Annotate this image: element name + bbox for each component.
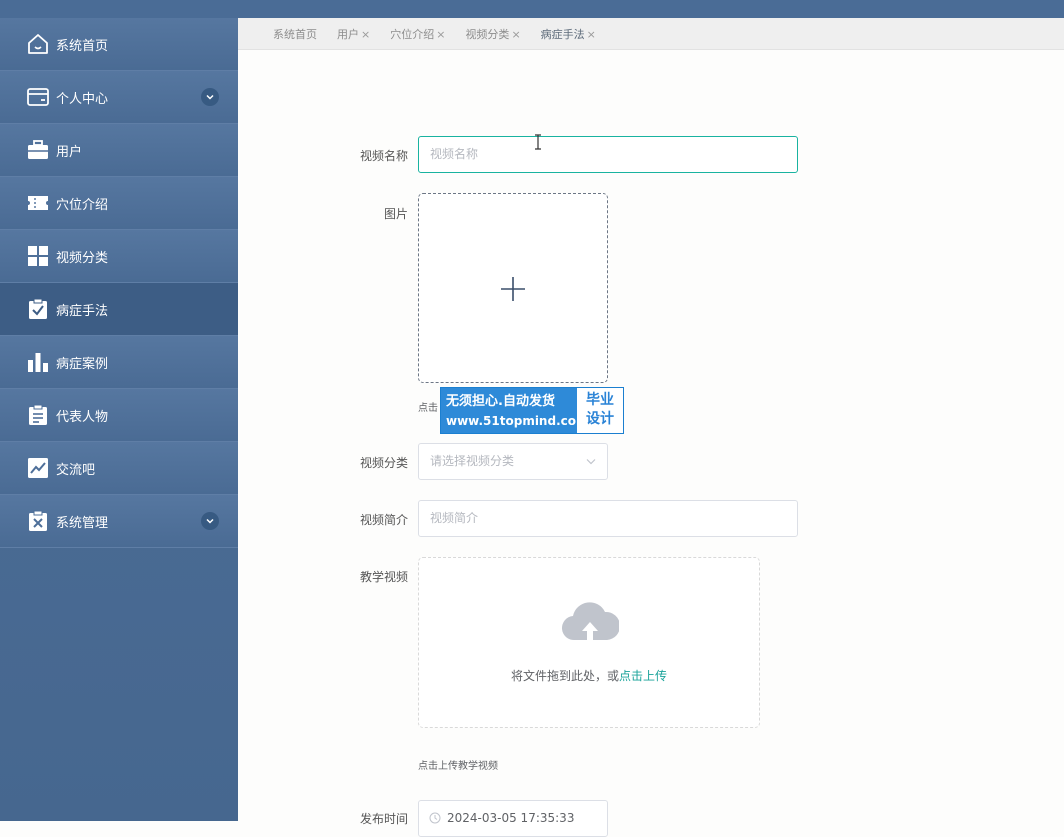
image-upload-hint: 点击 (418, 403, 438, 414)
publish-time-label: 发布时间 (359, 812, 408, 826)
sidebar-item-label: 个人中心 (56, 91, 109, 107)
sidebar-item-label: 用户 (56, 144, 83, 160)
sidebar-item-acupoint[interactable]: 穴位介绍 (0, 177, 238, 230)
sidebar-item-figures[interactable]: 代表人物 (0, 389, 238, 442)
clipboard-list-icon (26, 403, 50, 427)
tab-bar: 系统首页 用户 × 穴位介绍 × 视频分类 × 病症手法 × (238, 18, 1064, 50)
grid-icon (26, 244, 50, 268)
close-icon[interactable]: × (436, 28, 445, 41)
tab-technique[interactable]: 病症手法 × (541, 26, 596, 42)
publish-time-value: 2024-03-05 17:35:33 (447, 811, 575, 825)
sidebar-item-label: 交流吧 (56, 462, 96, 478)
teaching-video-label: 教学视频 (359, 570, 408, 584)
chevron-down-icon[interactable] (201, 512, 219, 530)
intro-label: 视频简介 (359, 513, 408, 527)
cloud-upload-icon (562, 602, 619, 641)
clipboard-check-icon (26, 297, 50, 321)
tab-user[interactable]: 用户 × (337, 26, 370, 42)
sidebar: 系统首页 个人中心 用户 穴位介绍 视频分类 病症手法 病症案例 代表人物 交流… (0, 18, 238, 821)
tab-home[interactable]: 系统首页 (273, 26, 317, 42)
card-icon (26, 85, 50, 109)
tab-video-category[interactable]: 视频分类 × (465, 26, 520, 42)
category-label: 视频分类 (359, 456, 408, 470)
sidebar-item-label: 系统首页 (56, 38, 109, 54)
trend-chart-icon (26, 456, 50, 480)
drop-text: 将文件拖到此处，或 (510, 669, 619, 683)
sidebar-item-label: 病症手法 (56, 303, 109, 319)
close-icon[interactable]: × (587, 28, 596, 41)
watermark-slogan: 无须担心.自动发货 (446, 394, 555, 409)
video-name-input[interactable]: 视频名称 (418, 136, 798, 173)
clock-icon (429, 812, 441, 824)
ticket-icon (26, 191, 50, 215)
sidebar-item-label: 代表人物 (56, 409, 109, 425)
sidebar-item-video-category[interactable]: 视频分类 (0, 230, 238, 283)
category-select[interactable]: 请选择视频分类 (418, 443, 608, 480)
sidebar-item-technique[interactable]: 病症手法 (0, 283, 238, 336)
sidebar-item-user[interactable]: 用户 (0, 124, 238, 177)
close-icon[interactable]: × (511, 28, 520, 41)
chevron-down-icon (586, 459, 596, 465)
publish-time-input[interactable]: 2024-03-05 17:35:33 (418, 800, 608, 837)
video-drop-zone[interactable]: 将文件拖到此处，或点击上传 (418, 557, 760, 728)
sidebar-item-home[interactable]: 系统首页 (0, 18, 238, 71)
video-name-label: 视频名称 (359, 149, 408, 163)
intro-input[interactable]: 视频简介 (418, 500, 798, 537)
sidebar-item-case[interactable]: 病症案例 (0, 336, 238, 389)
home-icon (26, 32, 50, 56)
sidebar-item-system[interactable]: 系统管理 (0, 495, 238, 548)
sidebar-item-forum[interactable]: 交流吧 (0, 442, 238, 495)
sidebar-item-label: 穴位介绍 (56, 197, 109, 213)
sidebar-item-label: 系统管理 (56, 515, 109, 531)
chevron-down-icon[interactable] (201, 88, 219, 106)
watermark-url: www.51topmind.com (446, 414, 589, 428)
watermark-overlay: 无须担心.自动发货 www.51topmind.com 毕业 设计 (440, 387, 624, 434)
top-bar (0, 0, 1064, 18)
sidebar-item-label: 视频分类 (56, 250, 109, 266)
video-upload-hint: 点击上传教学视频 (418, 761, 498, 772)
category-placeholder: 请选择视频分类 (430, 454, 515, 468)
tab-acupoint[interactable]: 穴位介绍 × (390, 26, 445, 42)
clipboard-x-icon (26, 509, 50, 533)
briefcase-icon (26, 138, 50, 162)
close-icon[interactable]: × (361, 28, 370, 41)
image-label: 图片 (383, 207, 408, 221)
watermark-text-1: 毕业 (586, 392, 614, 408)
watermark-text-2: 设计 (586, 411, 614, 427)
click-upload-link[interactable]: 点击上传 (619, 669, 667, 683)
text-cursor-icon (535, 134, 541, 150)
bar-chart-icon (26, 350, 50, 374)
plus-icon (501, 277, 525, 301)
image-upload-box[interactable] (418, 193, 608, 383)
sidebar-item-label: 病症案例 (56, 356, 109, 372)
sidebar-item-personal-center[interactable]: 个人中心 (0, 71, 238, 124)
